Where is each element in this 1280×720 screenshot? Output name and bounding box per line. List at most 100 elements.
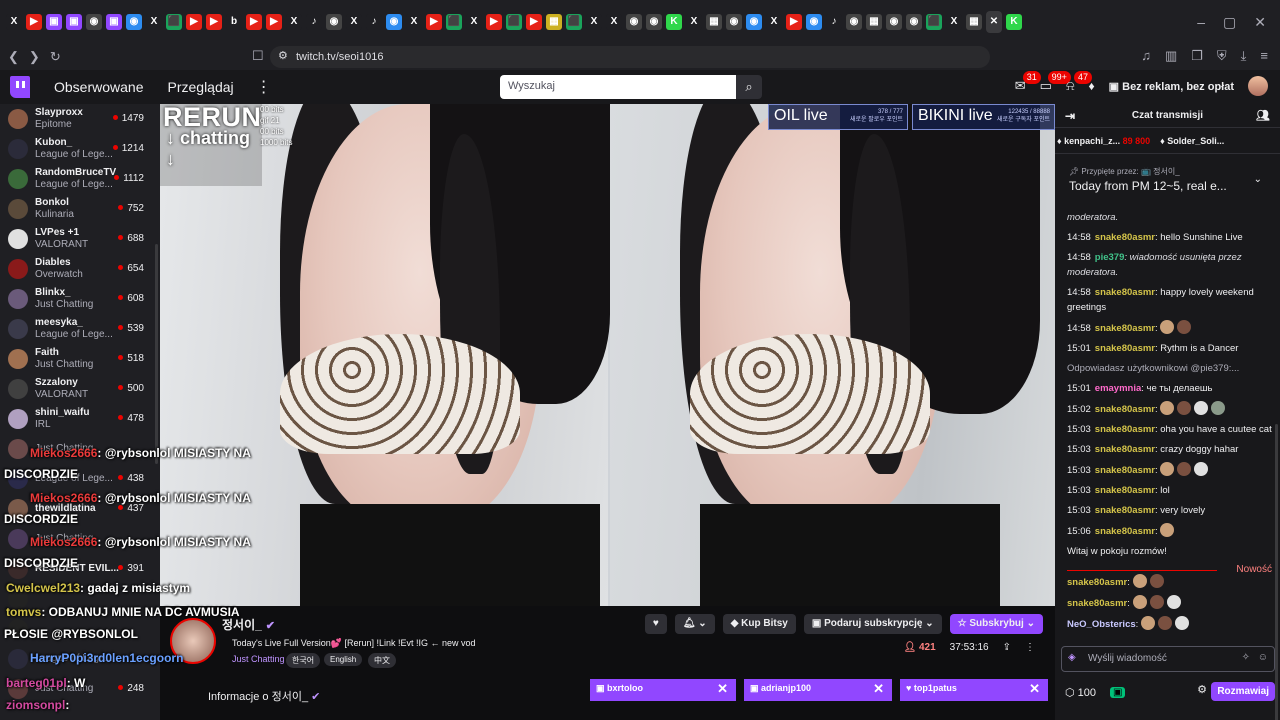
url-field[interactable]: ⚙ twitch.tv/seoi1016 bbox=[270, 46, 990, 68]
sidebar-channel[interactable]: Slayproxx Epitome 1479 bbox=[0, 104, 160, 134]
browser-tab-favicon[interactable]: X bbox=[346, 14, 362, 30]
browser-tab-favicon[interactable]: ▦ bbox=[866, 14, 882, 30]
sidebar-channel[interactable]: Bonkol Kulinaria 752 bbox=[0, 194, 160, 224]
chat-message[interactable]: 15:03 snake80asmr: oha you have a cuutee … bbox=[1067, 422, 1272, 437]
buy-bits-button[interactable]: ◆ Kup Bitsy bbox=[722, 614, 796, 634]
gifter-1[interactable]: ♦ kenpachi_z... 89 800 bbox=[1057, 136, 1150, 146]
sidebar-icon[interactable]: ▥ bbox=[1165, 48, 1177, 64]
browser-tab-favicon[interactable]: X bbox=[766, 14, 782, 30]
browser-tab-favicon[interactable]: ✕ bbox=[986, 11, 1002, 33]
chat-username[interactable]: pie379 bbox=[1095, 252, 1125, 263]
sidebar-channel[interactable]: RandomBruceTV League of Lege... 1112 bbox=[0, 164, 160, 194]
chat-username[interactable]: snake80asmr bbox=[1095, 343, 1155, 354]
user-avatar[interactable] bbox=[1248, 76, 1268, 96]
browser-tab-favicon[interactable]: ▶ bbox=[266, 14, 282, 30]
minimize-icon[interactable]: – bbox=[1197, 14, 1205, 31]
search-icon[interactable]: ⌕ bbox=[736, 75, 762, 99]
browser-tab-favicon[interactable]: X bbox=[606, 14, 622, 30]
tag-english[interactable]: English bbox=[324, 653, 363, 666]
chat-input[interactable]: ◈ Wyślij wiadomość ✧ ☺ bbox=[1061, 646, 1275, 672]
browser-tab-favicon[interactable]: ▶ bbox=[206, 14, 222, 30]
notifications-icon[interactable]: ⍾ 47 bbox=[1066, 71, 1092, 94]
browser-tab-favicon[interactable]: ▶ bbox=[426, 14, 442, 30]
browser-tab-favicon[interactable]: ♪ bbox=[366, 14, 382, 30]
stream-category[interactable]: Just Chatting bbox=[232, 654, 285, 664]
video-player[interactable]: RERUN ↓ chatting ↓ 00 bits gif 21 00 bits 1… bbox=[160, 104, 1055, 606]
shield-icon[interactable]: ⛨ bbox=[1217, 48, 1227, 64]
sidebar-channel[interactable]: Diables Overwatch 654 bbox=[0, 254, 160, 284]
subscribe-button[interactable]: ☆ Subskrybuj ⌄ bbox=[949, 614, 1043, 634]
browser-tab-favicon[interactable]: ◉ bbox=[86, 14, 102, 30]
chat-username[interactable]: snake80asmr bbox=[1067, 598, 1127, 609]
chat-username[interactable]: snake80asmr bbox=[1095, 505, 1155, 516]
notifications-button[interactable]: 🔔︎ ⌄ bbox=[674, 614, 715, 634]
chat-message[interactable]: 15:03 snake80asmr: bbox=[1067, 462, 1272, 478]
browser-tab-favicon[interactable]: ▶ bbox=[246, 14, 262, 30]
chat-username[interactable]: snake80asmr bbox=[1095, 404, 1155, 415]
chat-message[interactable]: snake80asmr: bbox=[1067, 574, 1272, 590]
copy-icon[interactable]: ❐ bbox=[1191, 48, 1203, 64]
sidebar-channel[interactable]: Szzalony VALORANT 500 bbox=[0, 374, 160, 404]
browser-tab-favicon[interactable]: ⬛ bbox=[166, 14, 182, 30]
download-icon[interactable]: ⤓ bbox=[1241, 48, 1247, 64]
chat-message[interactable]: 15:03 snake80asmr: crazy doggy hahar bbox=[1067, 442, 1272, 457]
menu-icon[interactable]: ≡ bbox=[1260, 48, 1268, 64]
close-window-icon[interactable]: ✕ bbox=[1254, 14, 1266, 31]
browser-tab-favicon[interactable]: X bbox=[946, 14, 962, 30]
follow-button[interactable]: ♥ bbox=[644, 614, 667, 634]
tag-korean[interactable]: 한국어 bbox=[286, 653, 321, 668]
browser-tab-favicon[interactable]: ◉ bbox=[386, 14, 402, 30]
browser-tab-favicon[interactable]: ▣ bbox=[66, 14, 82, 30]
browser-tab-favicon[interactable]: X bbox=[466, 14, 482, 30]
chat-message[interactable]: snake80asmr: bbox=[1067, 595, 1272, 611]
gift-sub-button[interactable]: ▣ Podaruj subskrypcję ⌄ bbox=[803, 614, 942, 634]
sidebar-channel[interactable]: LVPes +1 VALORANT 688 bbox=[0, 224, 160, 254]
search-input[interactable]: Wyszukaj bbox=[500, 75, 736, 99]
nav-browse[interactable]: Przeglądaj bbox=[168, 79, 234, 95]
send-button[interactable]: Rozmawiaj bbox=[1211, 682, 1275, 701]
back-icon[interactable]: ❮ bbox=[8, 49, 19, 65]
browser-tab-favicon[interactable]: X bbox=[586, 14, 602, 30]
chat-username[interactable]: snake80asmr bbox=[1095, 323, 1155, 334]
chat-message[interactable]: Witaj w pokoju rozmów! bbox=[1067, 544, 1272, 559]
tag-chinese[interactable]: 中文 bbox=[368, 653, 396, 668]
browser-tab-favicon[interactable]: ▶ bbox=[786, 14, 802, 30]
whispers-icon[interactable]: ▭ 99+ bbox=[1040, 71, 1071, 94]
browser-tab-favicon[interactable]: ▦ bbox=[546, 14, 562, 30]
inbox-icon[interactable]: ✉ 31 bbox=[1015, 71, 1041, 94]
browser-tab-favicon[interactable]: ▦ bbox=[706, 14, 722, 30]
browser-tab-favicon[interactable]: b bbox=[226, 14, 242, 30]
browser-tab-favicon[interactable]: ♪ bbox=[826, 14, 842, 30]
popup-tab-3[interactable]: ♥ top1patus ✕ bbox=[900, 679, 1048, 701]
collapse-chat-icon[interactable]: ⇥ bbox=[1065, 109, 1075, 123]
users-icon[interactable]: 👥︎ bbox=[1256, 109, 1270, 122]
magic-icon[interactable]: ✧ bbox=[1242, 652, 1250, 663]
chevron-down-icon[interactable]: ⌄ bbox=[1254, 174, 1262, 185]
chat-reply-notice[interactable]: Odpowiadasz użytkownikowi @pie379:... bbox=[1067, 361, 1272, 376]
browser-tab-favicon[interactable]: ◉ bbox=[626, 14, 642, 30]
chat-username[interactable]: snake80asmr bbox=[1095, 526, 1155, 537]
forward-icon[interactable]: ❯ bbox=[29, 49, 40, 65]
chat-message[interactable]: moderatora. bbox=[1067, 210, 1272, 225]
browser-tab-favicon[interactable]: ◉ bbox=[726, 14, 742, 30]
browser-tab-favicon[interactable]: ⬛ bbox=[566, 14, 582, 30]
browser-tab-favicon[interactable]: ▶ bbox=[186, 14, 202, 30]
browser-tab-favicon[interactable]: K bbox=[1006, 14, 1022, 30]
popup-tab-1[interactable]: ▣ bxrtoloo ✕ bbox=[590, 679, 736, 701]
browser-tab-favicon[interactable]: ▣ bbox=[46, 14, 62, 30]
sidebar-channel[interactable]: Kubon_ League of Lege... 1214 bbox=[0, 134, 160, 164]
browser-tab-favicon[interactable]: ▣ bbox=[106, 14, 122, 30]
browser-tab-favicon[interactable]: ⬛ bbox=[446, 14, 462, 30]
emote-icon[interactable]: ☺ bbox=[1258, 652, 1268, 663]
bookmark-icon[interactable]: ☐ bbox=[252, 48, 264, 64]
browser-tab-favicon[interactable]: ◉ bbox=[886, 14, 902, 30]
chat-message[interactable]: 15:03 snake80asmr: lol bbox=[1067, 483, 1272, 498]
twitch-logo-icon[interactable] bbox=[10, 76, 30, 98]
bits-icon[interactable]: ◈ bbox=[1068, 652, 1076, 663]
more-options-icon[interactable]: ⋮ bbox=[256, 77, 272, 97]
browser-tab-favicon[interactable]: ▦ bbox=[966, 14, 982, 30]
popup-tab-2[interactable]: ▣ adrianjp100 ✕ bbox=[744, 679, 892, 701]
browser-tab-favicon[interactable]: X bbox=[286, 14, 302, 30]
settings-icon[interactable]: ⚙ bbox=[1197, 683, 1207, 696]
browser-tab-favicon[interactable]: ◉ bbox=[906, 14, 922, 30]
